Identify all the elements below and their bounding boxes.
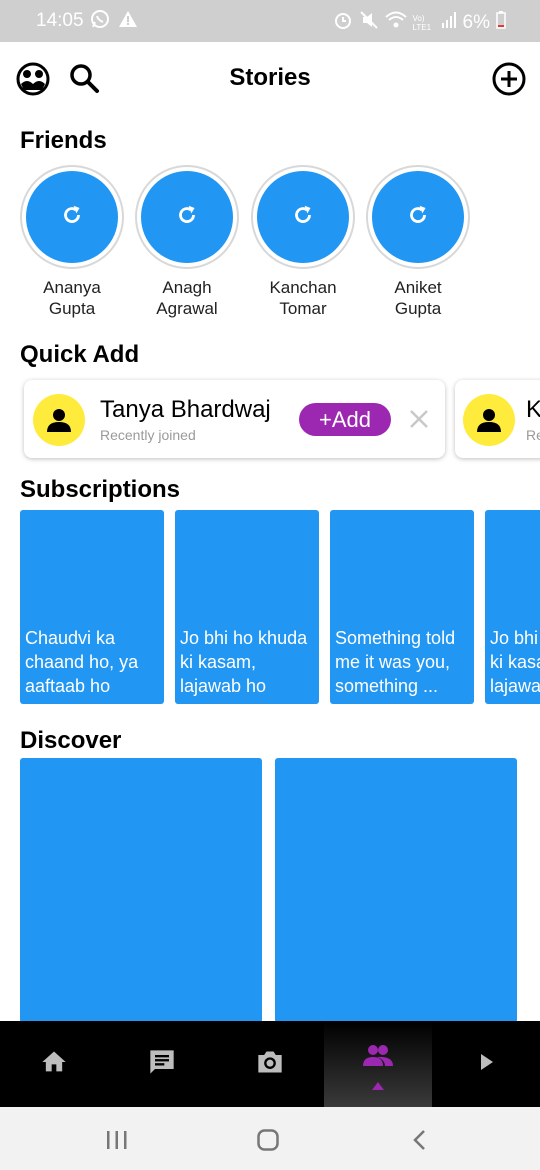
back-icon[interactable] [410, 1128, 430, 1157]
wifi-icon [384, 10, 407, 36]
friend-story[interactable]: Aniket Gupta [366, 165, 470, 319]
refresh-icon [59, 202, 85, 233]
friend-story[interactable]: Kanchan Tomar [251, 165, 355, 319]
nav-play[interactable] [432, 1021, 540, 1107]
subscription-caption: Jo bhi ho khuda ki kasam, lajawab ho [490, 628, 540, 696]
home-button-icon[interactable] [256, 1128, 280, 1157]
camera-icon [256, 1048, 284, 1081]
quick-add-section-title: Quick Add [20, 341, 140, 368]
nav-chat[interactable] [108, 1021, 216, 1107]
friends-section-title: Friends [20, 127, 107, 154]
mute-icon [359, 10, 379, 36]
status-bar: 14:05 Vo) LTE1 6% [0, 0, 540, 42]
add-friend-button[interactable]: +Add [299, 403, 391, 436]
refresh-icon [405, 202, 431, 233]
battery-level: 6% [462, 12, 490, 33]
quick-add-name: K [526, 396, 540, 423]
subscription-tile[interactable]: Jo bhi ho khuda ki kasam, lajawab ho [175, 510, 319, 704]
battery-icon [496, 11, 506, 35]
friend-name: Kanchan Tomar [269, 278, 337, 318]
dismiss-icon[interactable] [408, 408, 430, 435]
friends-icon [363, 1044, 393, 1073]
chat-icon [148, 1048, 176, 1081]
avatar [463, 394, 515, 446]
warning-icon [118, 9, 138, 35]
subscription-caption: Something told me it was you, something … [335, 628, 456, 696]
active-indicator-icon [372, 1077, 384, 1095]
quick-add-subtitle: Recently joined [100, 427, 196, 443]
alarm-icon [333, 10, 353, 36]
top-bar: Stories [0, 42, 540, 114]
nav-camera[interactable] [216, 1021, 324, 1107]
friend-story[interactable]: Ananya Gupta [20, 165, 124, 319]
nav-friends[interactable] [324, 1021, 432, 1107]
quick-add-name: Tanya Bhardwaj [100, 396, 271, 423]
refresh-icon [290, 202, 316, 233]
friend-name: Aniket Gupta [394, 278, 442, 318]
bottom-nav [0, 1021, 540, 1107]
status-time: 14:05 [36, 10, 84, 31]
discover-section-title: Discover [20, 727, 122, 754]
refresh-icon [174, 202, 200, 233]
page-title: Stories [229, 64, 311, 91]
friend-name: Anagh Agrawal [156, 278, 218, 318]
home-icon [40, 1048, 68, 1081]
quick-add-subtitle: Re [526, 427, 540, 443]
nav-home[interactable] [0, 1021, 108, 1107]
whatsapp-icon [90, 9, 110, 35]
avatar [33, 394, 85, 446]
friend-story[interactable]: Anagh Agrawal [135, 165, 239, 319]
recents-icon[interactable] [105, 1129, 129, 1156]
signal-icon [441, 11, 457, 35]
subscription-caption: Chaudvi ka chaand ho, ya aaftaab ho [25, 628, 139, 696]
subscriptions-section-title: Subscriptions [20, 476, 181, 503]
subscription-tile[interactable]: Something told me it was you, something … [330, 510, 474, 704]
discover-tile[interactable] [275, 758, 517, 1023]
network-label: Vo) LTE1 [412, 14, 432, 32]
quick-add-card[interactable]: K Re [455, 380, 540, 458]
add-story-icon[interactable] [490, 60, 528, 98]
system-nav-bar [0, 1107, 540, 1170]
subscription-caption: Jo bhi ho khuda ki kasam, lajawab ho [180, 628, 308, 696]
subscription-tile[interactable]: Chaudvi ka chaand ho, ya aaftaab ho [20, 510, 164, 704]
discover-tile[interactable] [20, 758, 262, 1023]
friend-name: Ananya Gupta [43, 278, 101, 318]
subscription-tile[interactable]: Jo bhi ho khuda ki kasam, lajawab ho [485, 510, 540, 704]
play-icon [474, 1050, 498, 1079]
